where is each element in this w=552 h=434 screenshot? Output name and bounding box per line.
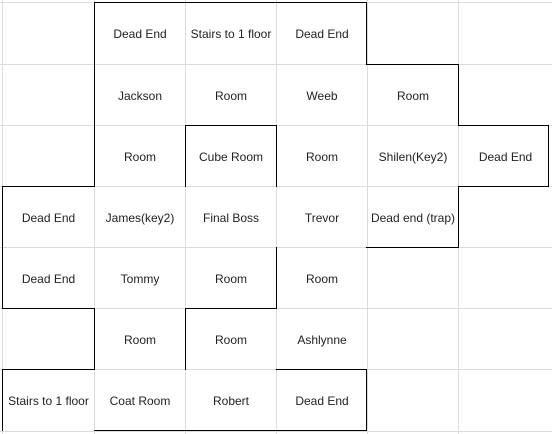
cell-r2-c2[interactable]: Cube Room [186, 126, 276, 187]
cell-r0-c5[interactable] [459, 3, 552, 64]
border-h-10 [276, 369, 367, 370]
border-v-5 [548, 125, 549, 187]
cell-r6-c0[interactable]: Stairs to 1 floor [3, 370, 94, 431]
border-h-7 [2, 308, 95, 309]
border-h-4 [2, 186, 95, 187]
border-v-9 [94, 308, 95, 370]
cell-r6-c5[interactable] [459, 370, 552, 431]
cell-r0-c2[interactable]: Stairs to 1 floor [186, 3, 276, 64]
cell-r1-c2[interactable]: Room [186, 65, 276, 126]
spreadsheet-grid: Dead End Stairs to 1 floor Dead End Jackson… [0, 0, 552, 434]
cell-r3-c5[interactable] [459, 187, 552, 248]
cell-r1-c0[interactable] [3, 65, 94, 126]
cell-r0-c3[interactable]: Dead End [277, 3, 367, 64]
cell-r6-c2[interactable]: Robert [186, 370, 276, 431]
cell-r3-c3[interactable]: Trevor [277, 187, 367, 248]
border-h-5 [458, 186, 549, 187]
border-h-0 [94, 2, 367, 3]
cell-r5-c4[interactable] [368, 309, 458, 370]
cell-r2-c5[interactable]: Dead End [459, 126, 552, 187]
cell-r6-c4[interactable] [368, 370, 458, 431]
cell-r5-c0[interactable] [3, 309, 94, 370]
cell-r1-c3[interactable]: Weeb [277, 65, 367, 126]
cell-r5-c3[interactable]: Ashlynne [277, 309, 367, 370]
border-v-3 [185, 125, 186, 187]
border-h-2 [185, 125, 277, 126]
cell-r4-c4[interactable] [368, 248, 458, 309]
border-v-2 [458, 64, 459, 126]
cell-r0-c0[interactable] [3, 3, 94, 64]
cell-r6-c3[interactable]: Dead End [277, 370, 367, 431]
border-h-9 [2, 369, 95, 370]
border-v-10 [185, 308, 186, 370]
border-v-1 [366, 2, 367, 65]
cell-r1-c1[interactable]: Jackson [95, 65, 185, 126]
cell-r5-c5[interactable] [459, 309, 552, 370]
border-h-3 [458, 125, 549, 126]
cell-r2-c0[interactable] [3, 126, 94, 187]
border-v-7 [2, 186, 3, 309]
cell-r3-c4[interactable]: Dead end (trap) [368, 187, 458, 248]
border-h-6 [366, 247, 459, 248]
cell-r6-c1[interactable]: Coat Room [95, 370, 185, 431]
border-v-12 [2, 369, 3, 431]
border-v-8 [276, 247, 277, 309]
cell-r1-c5[interactable] [459, 65, 552, 126]
border-h-8 [185, 308, 277, 309]
cell-r0-c1[interactable]: Dead End [95, 3, 185, 64]
border-v-6 [458, 186, 459, 248]
cell-r2-c1[interactable]: Room [95, 126, 185, 187]
border-v-11 [366, 369, 367, 431]
border-v-4 [276, 125, 277, 187]
cell-r3-c1[interactable]: James(key2) [95, 187, 185, 248]
border-h-1 [366, 64, 459, 65]
cell-r2-c4[interactable]: Shilen(Key2) [368, 126, 458, 187]
cell-r5-c1[interactable]: Room [95, 309, 185, 370]
border-h-11 [94, 430, 367, 431]
border-v-0 [94, 2, 95, 187]
cell-r1-c4[interactable]: Room [368, 65, 458, 126]
cell-r4-c1[interactable]: Tommy [95, 248, 185, 309]
cell-r4-c5[interactable] [459, 248, 552, 309]
gridline-row-7 [0, 431, 552, 432]
cell-r2-c3[interactable]: Room [277, 126, 367, 187]
cell-r4-c2[interactable]: Room [186, 248, 276, 309]
cell-r4-c3[interactable]: Room [277, 248, 367, 309]
cell-r5-c2[interactable]: Room [186, 309, 276, 370]
cell-r3-c0[interactable]: Dead End [3, 187, 94, 248]
cell-r0-c4[interactable] [368, 3, 458, 64]
cell-r3-c2[interactable]: Final Boss [186, 187, 276, 248]
cell-r4-c0[interactable]: Dead End [3, 248, 94, 309]
